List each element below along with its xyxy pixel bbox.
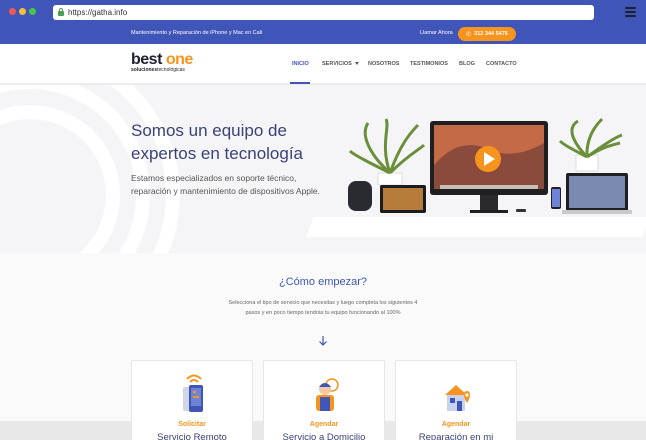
logo[interactable]: best one solucionestecnológicas [131, 51, 193, 74]
browser-titlebar: https://gatha.info [0, 0, 646, 25]
maximize-window-button[interactable] [29, 8, 36, 15]
technician-icon [316, 378, 339, 411]
logo-one: one [165, 51, 193, 68]
nav-inicio[interactable]: INICIO [292, 61, 309, 67]
call-now-label: Llamar Ahora [420, 30, 453, 36]
tagline: Mantenimiento y Reparación de iPhone y M… [131, 30, 263, 36]
hero-title-line1: Somos un equipo de [131, 121, 287, 140]
hero-title: Somos un equipo de expertos en tecnologí… [131, 119, 351, 165]
ipad-icon [380, 185, 426, 213]
top-info-bar: Mantenimiento y Reparación de iPhone y M… [0, 25, 646, 44]
section-title: ¿Cómo empezar? [278, 276, 368, 288]
nav-blog[interactable]: BLOG [459, 61, 475, 67]
nav-servicios-label: SERVICIOS [322, 61, 352, 67]
service-card-home[interactable]: Agendar Servicio a Domicilio [263, 360, 385, 440]
hero-title-line2: expertos en tecnología [131, 144, 304, 163]
card-title: Reparación en mi [418, 432, 494, 440]
logo-sub-bold: soluciones [131, 67, 158, 73]
active-nav-indicator [290, 82, 310, 84]
card-verb: Agendar [441, 421, 471, 428]
house-location-icon [445, 385, 470, 411]
hero-section: Somos un equipo de expertos en tecnologí… [0, 85, 646, 253]
service-card-remote[interactable]: Solicitar Servicio Remoto [131, 360, 253, 440]
nav-nosotros[interactable]: NOSOTROS [368, 61, 399, 67]
card-title: Servicio Remoto [157, 432, 227, 440]
site-header: best one solucionestecnológicas INICIO S… [0, 44, 646, 84]
apple-devices-illustration [348, 117, 632, 214]
nav-servicios[interactable]: SERVICIOS [322, 61, 359, 67]
nav-testimonios[interactable]: TESTIMONIOS [410, 61, 448, 67]
lock-icon [58, 8, 64, 16]
remote-phone-icon [183, 374, 203, 412]
card-verb: Agendar [309, 421, 339, 428]
minimize-window-button[interactable] [19, 8, 26, 15]
card-verb: Solicitar [178, 421, 206, 428]
macbook-icon [562, 173, 632, 214]
mouse-icon [516, 209, 526, 212]
url-text: https://gatha.info [68, 8, 128, 17]
menu-icon[interactable] [625, 7, 636, 17]
card-title: Servicio a Domicilio [282, 432, 366, 440]
hero-description: Estamos especializados en soporte técnic… [131, 173, 320, 196]
plant-left-icon [348, 118, 426, 186]
phone-button[interactable]: ✆ 312 344 5476 [458, 27, 516, 41]
close-window-button[interactable] [9, 8, 16, 15]
how-to-start-section: ¿Cómo empezar? Selecciona el tipo de ser… [0, 253, 646, 440]
logo-sub-rest: tecnológicas [157, 67, 185, 73]
chevron-down-icon [354, 62, 359, 66]
nav-contacto[interactable]: CONTACTO [486, 61, 517, 67]
arrow-down-icon[interactable] [318, 335, 328, 347]
service-card-shop[interactable]: Agendar Reparación en mi [395, 360, 517, 440]
logo-best: best [131, 51, 162, 68]
imac-icon [430, 121, 548, 213]
plant-right-icon [558, 117, 623, 172]
section-description: Selecciona el tipo de servicio que neces… [228, 300, 418, 316]
phone-number: 312 344 5476 [474, 31, 508, 37]
homepod-icon [348, 181, 372, 211]
phone-icon: ✆ [466, 31, 472, 38]
address-bar[interactable]: https://gatha.info [53, 5, 594, 20]
